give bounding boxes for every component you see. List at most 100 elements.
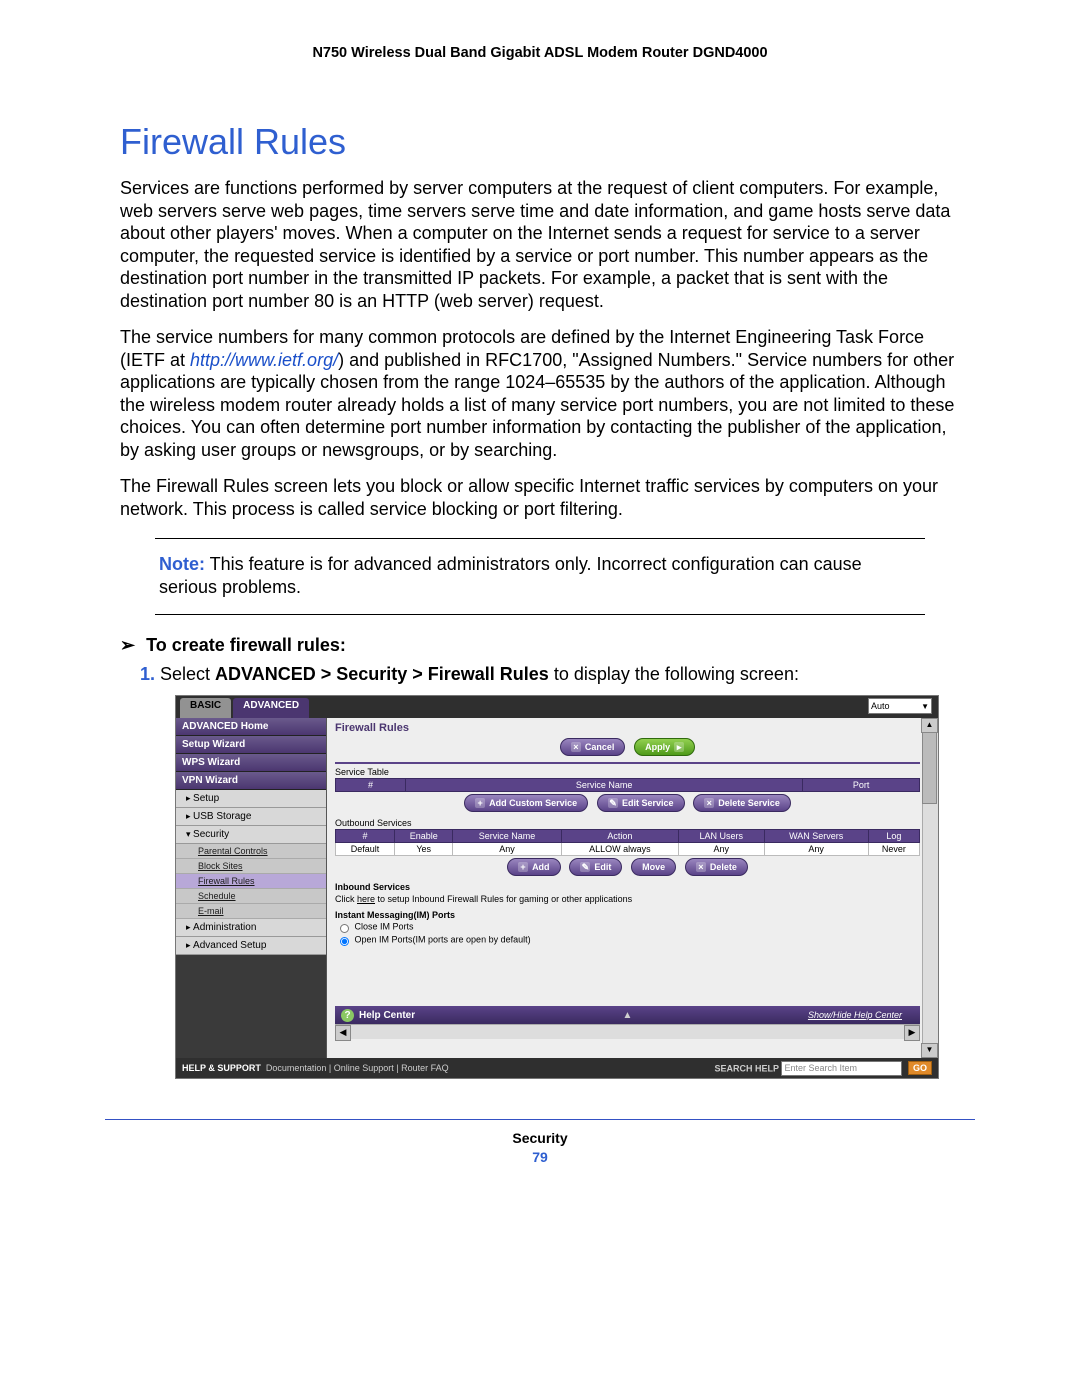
doc-link[interactable]: Documentation bbox=[266, 1063, 327, 1073]
sidebar-sub-email[interactable]: E-mail bbox=[176, 904, 326, 919]
online-support-link[interactable]: Online Support bbox=[334, 1063, 394, 1073]
edit-button[interactable]: ✎ Edit bbox=[569, 858, 622, 876]
im-open-label: Open IM Ports(IM ports are open by defau… bbox=[355, 934, 531, 944]
step1-a: Select bbox=[160, 664, 215, 684]
note-text: This feature is for advanced administrat… bbox=[159, 554, 862, 597]
sidebar-sub-parental-controls[interactable]: Parental Controls bbox=[176, 844, 326, 859]
paragraph-2: The service numbers for many common prot… bbox=[120, 326, 960, 461]
cancel-label: Cancel bbox=[585, 742, 615, 752]
scroll-right-icon[interactable]: ▶ bbox=[904, 1025, 920, 1041]
auto-select[interactable]: Auto▼ bbox=[868, 698, 932, 714]
radio-open-im[interactable] bbox=[340, 937, 349, 946]
scroll-up-icon[interactable]: ▲ bbox=[921, 718, 938, 733]
scroll-left-icon[interactable]: ◀ bbox=[335, 1025, 351, 1041]
edit-label: Edit bbox=[594, 862, 611, 872]
sidebar-sub-schedule[interactable]: Schedule bbox=[176, 889, 326, 904]
apply-label: Apply bbox=[645, 742, 670, 752]
expand-up-icon[interactable]: ▲ bbox=[623, 1010, 633, 1021]
delete-service-button[interactable]: × Delete Service bbox=[693, 794, 791, 812]
cancel-button[interactable]: ×Cancel bbox=[560, 738, 626, 756]
apply-icon: ▸ bbox=[674, 742, 684, 752]
inbound-here-link[interactable]: here bbox=[357, 894, 375, 904]
footer-bar: HELP & SUPPORT Documentation | Online Su… bbox=[176, 1058, 938, 1078]
content-pane: ▲ ▼ Firewall Rules ×Cancel Apply▸ Servic… bbox=[327, 718, 938, 1058]
delete-button[interactable]: × Delete bbox=[685, 858, 748, 876]
col-port: Port bbox=[803, 779, 920, 792]
ob-col-lan: LAN Users bbox=[679, 830, 765, 843]
content-title: Firewall Rules bbox=[335, 722, 920, 734]
ob-col-service: Service Name bbox=[453, 830, 561, 843]
help-center-bar[interactable]: ? Help Center ▲ Show/Hide Help Center bbox=[335, 1006, 920, 1024]
step1-c: to display the following screen: bbox=[549, 664, 799, 684]
col-service-name: Service Name bbox=[406, 779, 803, 792]
table-row[interactable]: Default Yes Any ALLOW always Any Any Nev… bbox=[336, 843, 920, 856]
showhide-help-link[interactable]: Show/Hide Help Center bbox=[808, 1010, 902, 1020]
pencil-icon: ✎ bbox=[580, 862, 590, 872]
delete-service-label: Delete Service bbox=[718, 798, 780, 808]
page-rule bbox=[105, 1119, 975, 1120]
add-label: Add bbox=[532, 862, 550, 872]
go-button[interactable]: GO bbox=[908, 1061, 932, 1075]
sidebar-item-administration[interactable]: Administration bbox=[176, 919, 326, 937]
edit-service-button[interactable]: ✎ Edit Service bbox=[597, 794, 685, 812]
ob-col-wan: WAN Servers bbox=[764, 830, 868, 843]
sidebar-item-wps-wizard[interactable]: WPS Wizard bbox=[176, 754, 326, 772]
task-title: To create firewall rules: bbox=[146, 635, 346, 655]
outbound-table: # Enable Service Name Action LAN Users W… bbox=[335, 829, 920, 856]
paragraph-3: The Firewall Rules screen lets you block… bbox=[120, 475, 960, 520]
delete-label: Delete bbox=[710, 862, 737, 872]
cell-never: Never bbox=[868, 843, 919, 856]
page-number: 79 bbox=[120, 1149, 960, 1165]
im-open-option[interactable]: Open IM Ports(IM ports are open by defau… bbox=[335, 934, 920, 946]
sidebar-item-vpn-wizard[interactable]: VPN Wizard bbox=[176, 772, 326, 790]
hscrollbar[interactable]: ◀ ▶ bbox=[335, 1024, 920, 1039]
paragraph-1: Services are functions performed by serv… bbox=[120, 177, 960, 312]
service-table-label: Service Table bbox=[335, 767, 920, 777]
sidebar-item-advanced-home[interactable]: ADVANCED Home bbox=[176, 718, 326, 736]
plus-icon: + bbox=[518, 862, 528, 872]
sidebar: ADVANCED Home Setup Wizard WPS Wizard VP… bbox=[176, 718, 327, 1058]
im-close-option[interactable]: Close IM Ports bbox=[335, 921, 920, 933]
sidebar-item-usb-storage[interactable]: USB Storage bbox=[176, 808, 326, 826]
sidebar-item-setup-wizard[interactable]: Setup Wizard bbox=[176, 736, 326, 754]
add-button[interactable]: + Add bbox=[507, 858, 561, 876]
x-icon: × bbox=[696, 862, 706, 872]
im-close-label: Close IM Ports bbox=[355, 921, 414, 931]
add-custom-label: Add Custom Service bbox=[489, 798, 577, 808]
inbound-b: to setup Inbound Firewall Rules for gami… bbox=[375, 894, 632, 904]
task-arrow-icon: ➢ bbox=[120, 635, 135, 655]
search-help-label: SEARCH HELP bbox=[714, 1063, 779, 1073]
move-button[interactable]: Move bbox=[631, 858, 676, 876]
doc-header: N750 Wireless Dual Band Gigabit ADSL Mod… bbox=[120, 45, 960, 61]
sidebar-item-security[interactable]: Security bbox=[176, 826, 326, 844]
ob-col-log: Log bbox=[868, 830, 919, 843]
plus-icon: + bbox=[475, 798, 485, 808]
footer-section: Security bbox=[512, 1130, 567, 1146]
auto-label: Auto bbox=[871, 701, 890, 711]
search-input[interactable]: Enter Search Item bbox=[781, 1061, 902, 1076]
router-admin-screenshot: BASIC ADVANCED Auto▼ ADVANCED Home Setup… bbox=[175, 695, 939, 1079]
sidebar-item-advanced-setup[interactable]: Advanced Setup bbox=[176, 937, 326, 955]
outbound-label: Outbound Services bbox=[335, 818, 920, 828]
cell-default: Default bbox=[336, 843, 395, 856]
sidebar-sub-firewall-rules[interactable]: Firewall Rules bbox=[176, 874, 326, 889]
tab-basic[interactable]: BASIC bbox=[180, 698, 231, 718]
add-custom-service-button[interactable]: + Add Custom Service bbox=[464, 794, 588, 812]
radio-close-im[interactable] bbox=[340, 924, 349, 933]
page-footer: Security 79 bbox=[120, 1130, 960, 1165]
apply-button[interactable]: Apply ▸ bbox=[634, 738, 695, 756]
cell-allow: ALLOW always bbox=[561, 843, 678, 856]
scroll-thumb[interactable] bbox=[922, 732, 937, 804]
ietf-link[interactable]: http://www.ietf.org/ bbox=[190, 350, 338, 370]
vscrollbar[interactable]: ▲ ▼ bbox=[922, 718, 938, 1058]
edit-service-label: Edit Service bbox=[622, 798, 674, 808]
sidebar-sub-block-sites[interactable]: Block Sites bbox=[176, 859, 326, 874]
tab-advanced[interactable]: ADVANCED bbox=[233, 698, 309, 718]
pencil-icon: ✎ bbox=[608, 798, 618, 808]
scroll-down-icon[interactable]: ▼ bbox=[921, 1043, 938, 1058]
section-heading: Firewall Rules bbox=[120, 121, 960, 163]
router-faq-link[interactable]: Router FAQ bbox=[401, 1063, 449, 1073]
service-table: # Service Name Port bbox=[335, 778, 920, 792]
sidebar-item-setup[interactable]: Setup bbox=[176, 790, 326, 808]
x-icon: × bbox=[704, 798, 714, 808]
